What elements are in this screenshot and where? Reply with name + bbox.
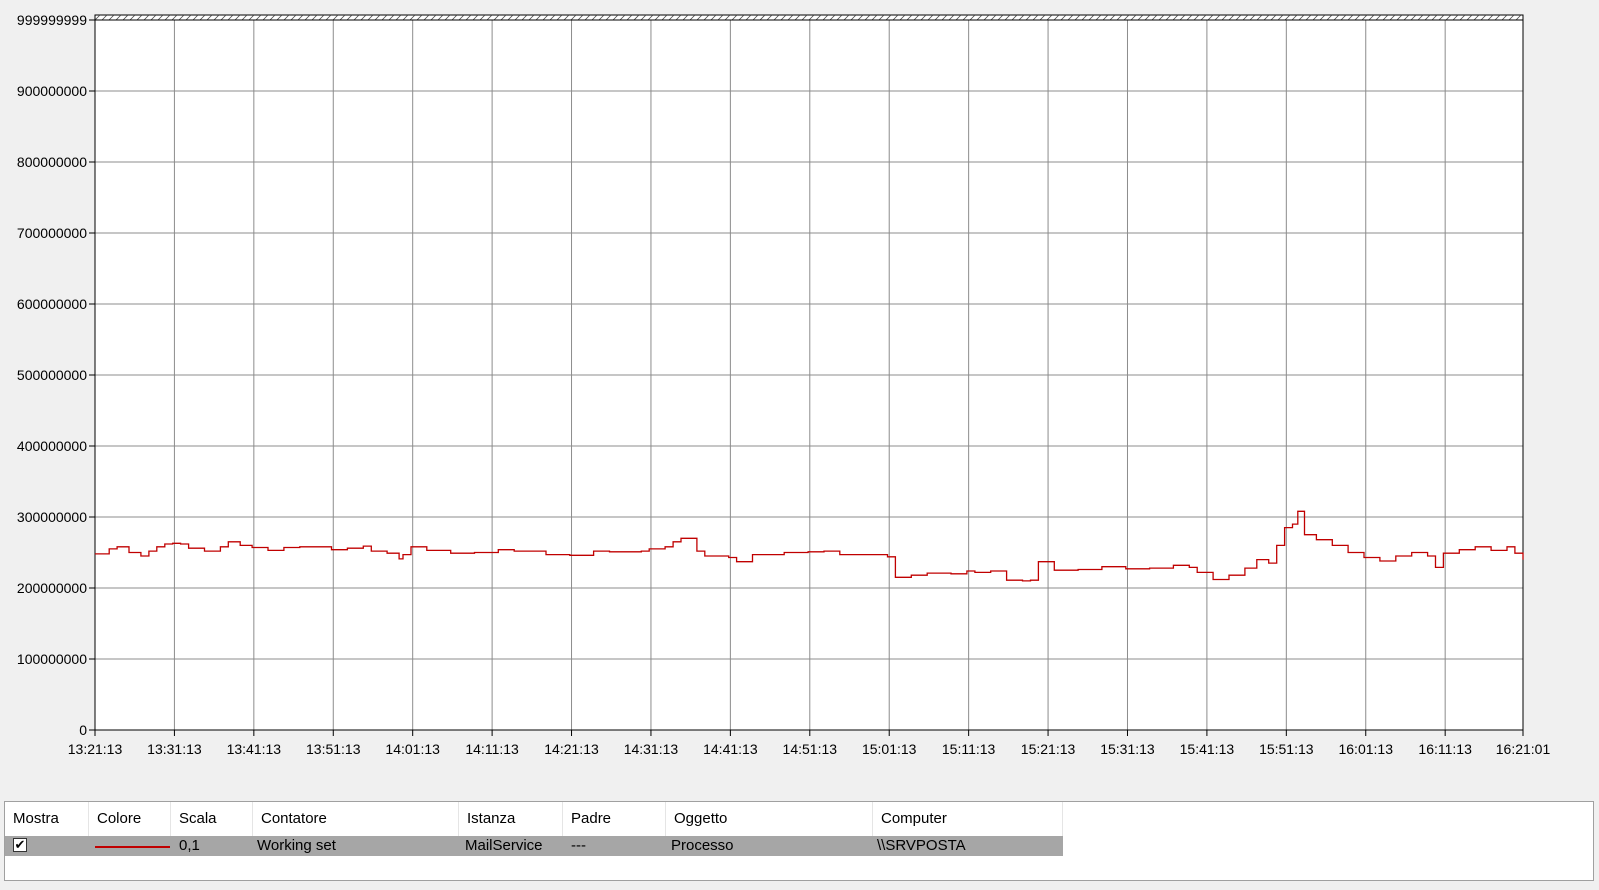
x-tick-label: 13:51:13 [306, 741, 361, 757]
table-row[interactable]: ✔ 0,1 Working set MailService --- Proces… [5, 836, 1063, 856]
y-tick-label: 999999999 [17, 12, 87, 28]
y-tick-label: 300000000 [17, 509, 87, 525]
y-tick-label: 900000000 [17, 83, 87, 99]
x-tick-label: 14:31:13 [624, 741, 679, 757]
show-checkbox[interactable]: ✔ [13, 838, 27, 852]
table-header: Mostra Colore Scala Contatore Istanza Pa… [5, 802, 1063, 836]
y-tick-label: 100000000 [17, 651, 87, 667]
y-tick-label: 200000000 [17, 580, 87, 596]
x-tick-label: 14:41:13 [703, 741, 758, 757]
x-tick-label: 14:21:13 [544, 741, 599, 757]
x-tick-label: 14:51:13 [783, 741, 838, 757]
cell-scale: 0,1 [179, 837, 200, 854]
cell-parent: --- [571, 837, 586, 854]
series-color-swatch [95, 846, 170, 848]
header-contatore[interactable]: Contatore [253, 802, 459, 836]
x-tick-label: 13:31:13 [147, 741, 202, 757]
x-tick-label: 15:01:13 [862, 741, 917, 757]
x-tick-label: 14:11:13 [465, 741, 519, 757]
header-padre[interactable]: Padre [563, 802, 666, 836]
cell-object: Processo [671, 837, 734, 854]
header-istanza[interactable]: Istanza [459, 802, 563, 836]
counter-table: Mostra Colore Scala Contatore Istanza Pa… [4, 801, 1594, 881]
y-tick-label: 400000000 [17, 438, 87, 454]
x-tick-label: 15:11:13 [942, 741, 996, 757]
top-hatch-band [94, 14, 1524, 21]
header-computer[interactable]: Computer [873, 802, 1063, 836]
cell-instance: MailService [465, 837, 543, 854]
x-tick-label: 13:41:13 [227, 741, 282, 757]
x-tick-label: 13:21:13 [68, 741, 123, 757]
x-tick-label: 16:01:13 [1338, 741, 1393, 757]
x-tick-label: 15:31:13 [1100, 741, 1155, 757]
cell-counter: Working set [257, 837, 336, 854]
performance-line-chart: 0 100000000 200000000 300000000 400000000 500… [17, 12, 1551, 757]
x-tick-label: 15:21:13 [1021, 741, 1076, 757]
cell-computer: \\SRVPOSTA [877, 837, 966, 854]
y-tick-label: 800000000 [17, 154, 87, 170]
y-tick-label: 600000000 [17, 296, 87, 312]
y-tick-label: 700000000 [17, 225, 87, 241]
x-axis-ticks: 13:21:13 13:31:13 13:41:13 13:51:13 14:01:13… [68, 730, 1551, 757]
y-tick-label: 0 [79, 722, 87, 738]
header-colore[interactable]: Colore [89, 802, 171, 836]
header-scala[interactable]: Scala [171, 802, 253, 836]
header-mostra[interactable]: Mostra [5, 802, 89, 836]
y-tick-label: 500000000 [17, 367, 87, 383]
x-tick-label: 16:11:13 [1418, 741, 1472, 757]
x-tick-label: 14:01:13 [385, 741, 440, 757]
x-tick-label: 15:41:13 [1180, 741, 1235, 757]
x-tick-label: 16:21:01 [1496, 741, 1551, 757]
header-oggetto[interactable]: Oggetto [666, 802, 873, 836]
y-axis-ticks: 0 100000000 200000000 300000000 400000000 500… [17, 12, 95, 738]
x-tick-label: 15:51:13 [1259, 741, 1314, 757]
